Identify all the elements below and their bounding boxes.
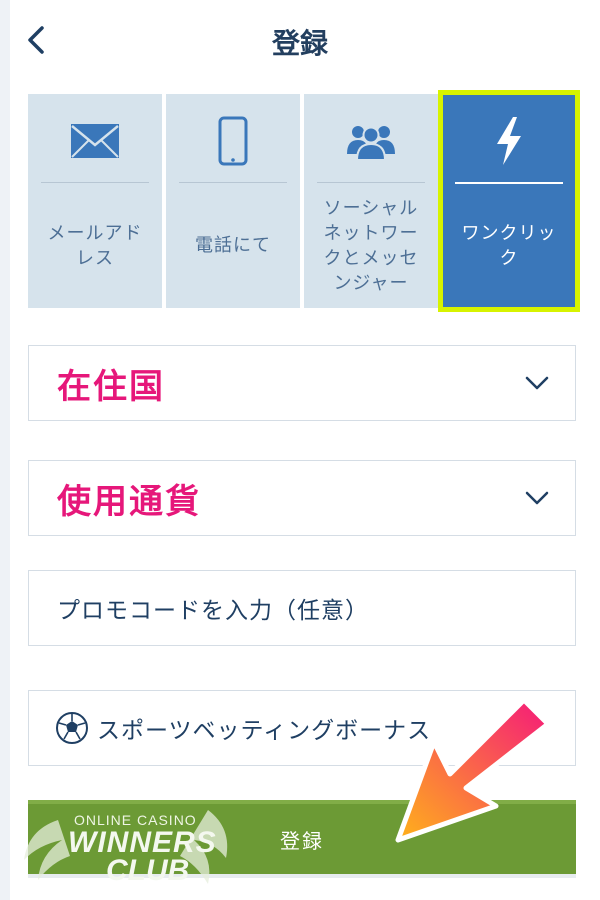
country-label: 在住国 <box>57 366 165 407</box>
watermark-line3: CLUB <box>106 854 190 887</box>
country-select[interactable]: 在住国 <box>28 345 576 421</box>
currency-label: 使用通貨 <box>57 481 201 522</box>
tab-one-click[interactable]: ワンクリック <box>438 90 580 312</box>
users-group-icon <box>347 126 395 160</box>
currency-select[interactable]: 使用通貨 <box>28 460 576 536</box>
page-title: 登録 <box>271 27 328 60</box>
promo-code-input[interactable]: プロモコードを入力（任意） <box>28 570 576 646</box>
tab-phone[interactable]: 電話にて <box>166 94 300 308</box>
soccer-ball-icon <box>56 712 88 744</box>
tab-email-label: メールアドレス <box>47 222 143 269</box>
pointing-arrow-icon <box>395 697 551 843</box>
chevron-down-icon <box>525 491 549 505</box>
watermark-logo: ONLINE CASINO WINNERS CLUB <box>18 800 238 890</box>
registration-method-tabs: メールアドレス 電話にて ソーシャルネットワークとメッセンジャー ワンクリック <box>28 90 580 312</box>
tab-social[interactable]: ソーシャルネットワークとメッセンジャー <box>304 94 438 308</box>
tab-social-label: ソーシャルネットワークとメッセンジャー <box>323 197 419 294</box>
envelope-icon <box>71 124 119 158</box>
promo-code-placeholder: プロモコードを入力（任意） <box>57 598 369 624</box>
chevron-down-icon <box>525 376 549 390</box>
smartphone-icon <box>218 116 248 166</box>
tab-one-click-label: ワンクリック <box>461 223 557 269</box>
bonus-label: スポーツベッティングボーナス <box>97 718 432 744</box>
register-button-label: 登録 <box>280 828 324 853</box>
lightning-icon <box>497 117 521 165</box>
tab-phone-label: 電話にて <box>195 235 271 256</box>
left-edge-strip <box>0 0 10 900</box>
tab-email[interactable]: メールアドレス <box>28 94 162 308</box>
